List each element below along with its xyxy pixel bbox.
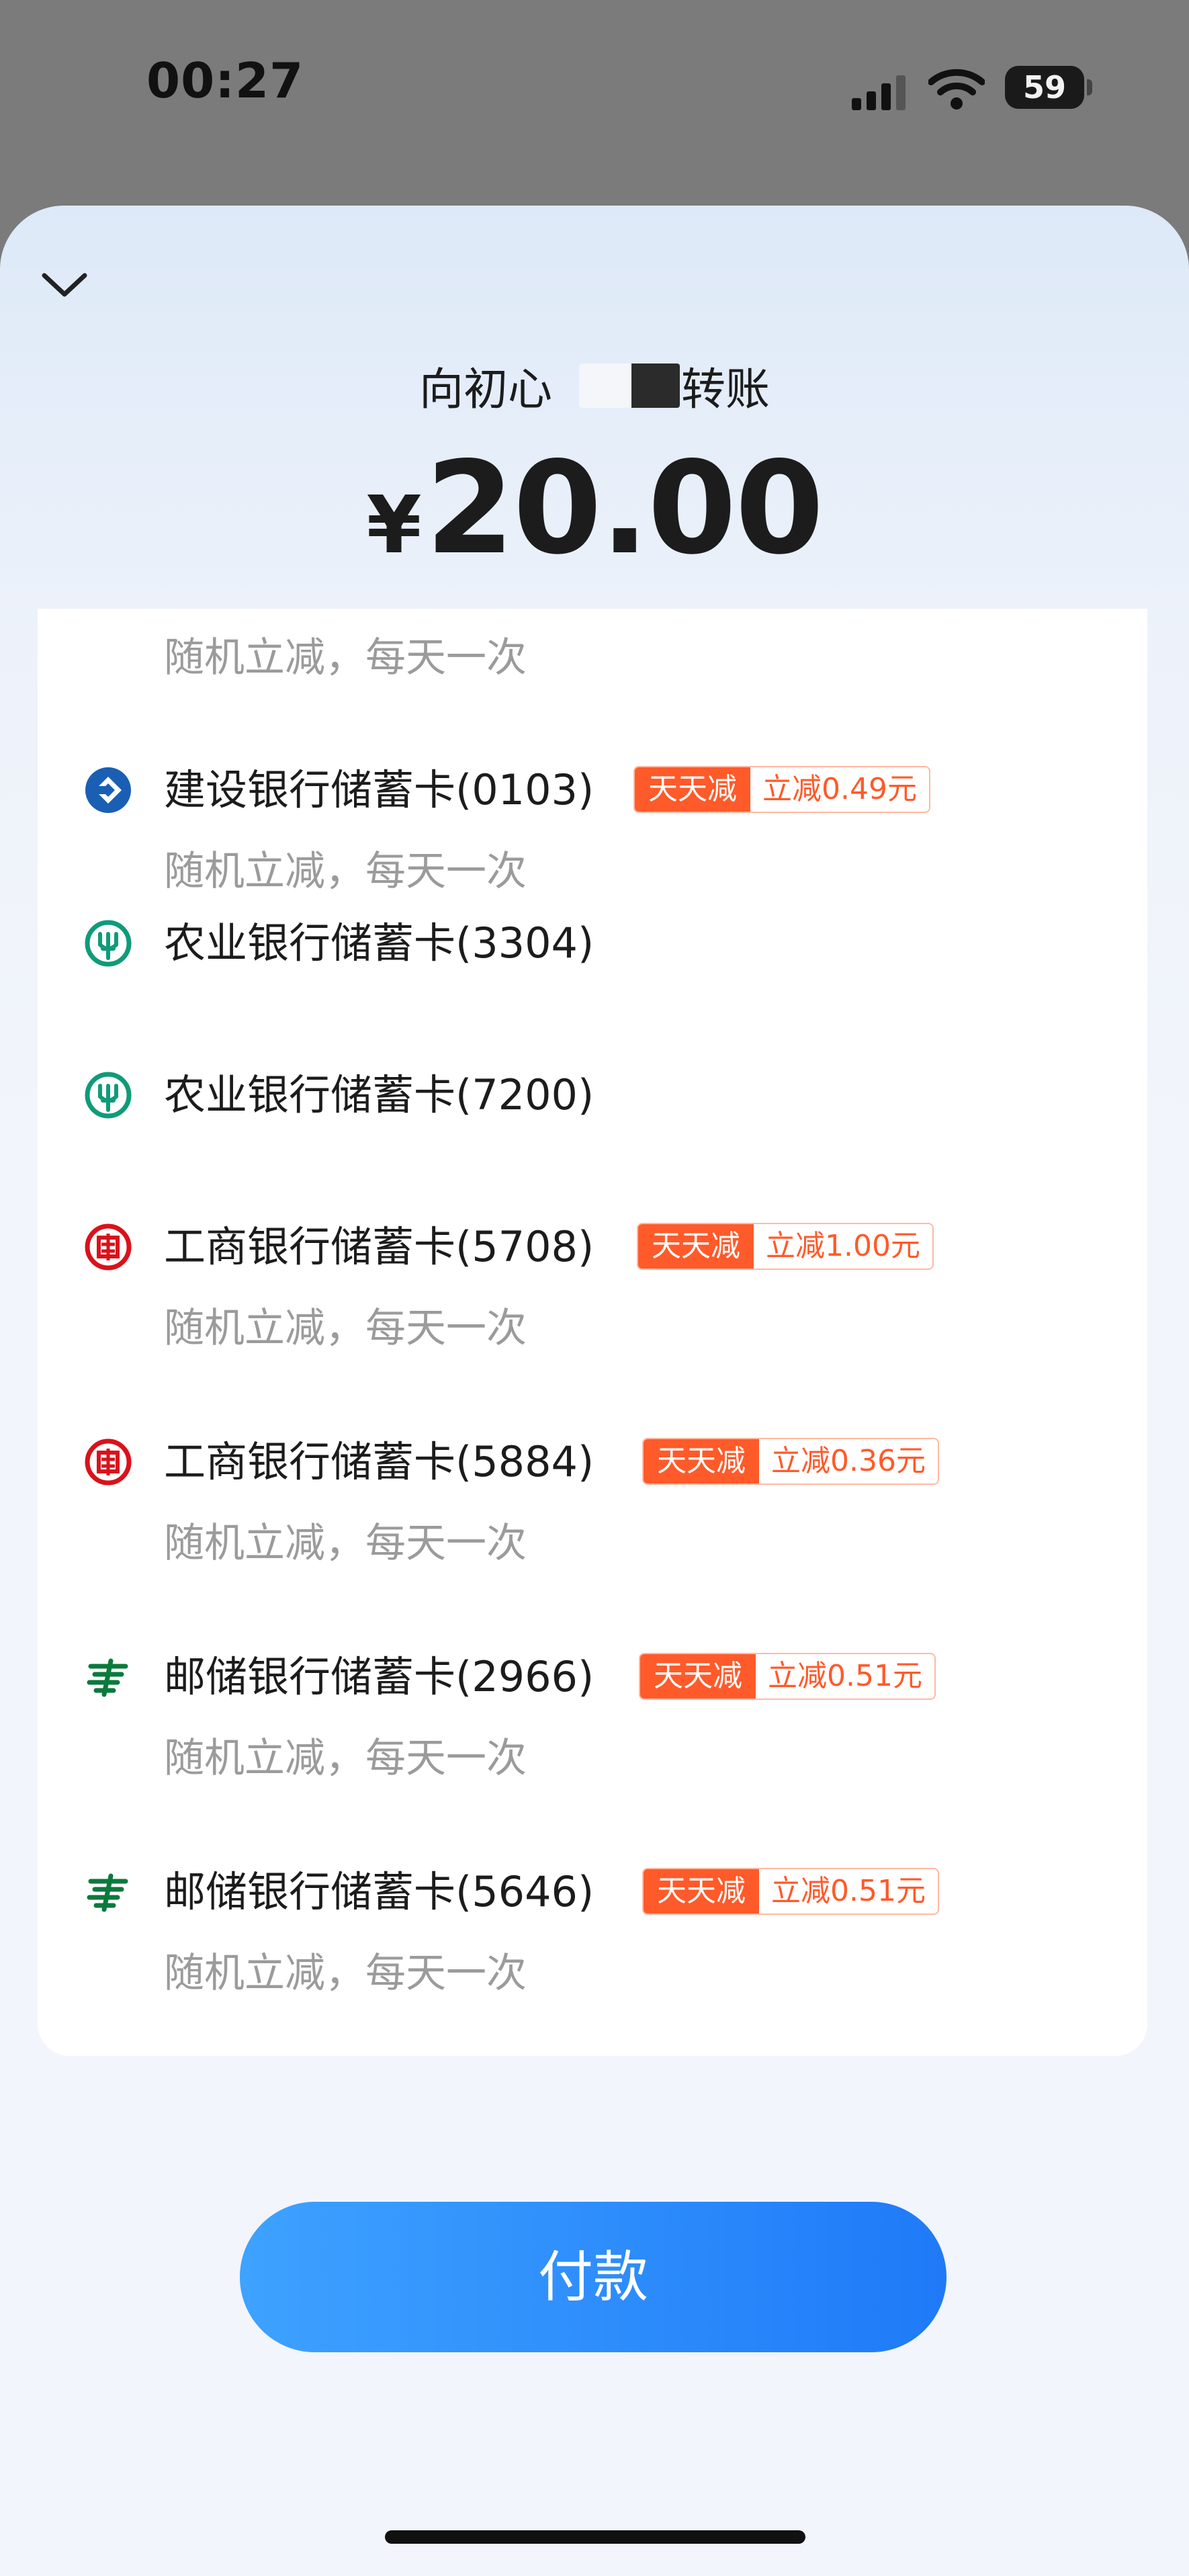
payee-name: 向初心 — [419, 363, 552, 415]
promo-tag: 天天减 — [635, 767, 750, 812]
card-name: 农业银行储蓄卡(7200) — [164, 1070, 594, 1119]
amount-display: ¥20.00 — [0, 434, 1189, 583]
promo-tag: 天天减 — [644, 1869, 759, 1914]
chevron-down-icon — [42, 273, 87, 297]
ccb-icon — [85, 767, 131, 813]
battery-level: 59 — [1022, 69, 1066, 105]
redaction-block — [579, 363, 680, 408]
promo-tag: 天天减 — [640, 1654, 756, 1699]
icbc-icon — [85, 1439, 132, 1486]
promo-tag: 天天减 — [644, 1439, 759, 1484]
home-indicator[interactable] — [385, 2530, 805, 2544]
promo-note: 随机立减，每天一次 — [164, 848, 527, 895]
card-name: 邮储银行储蓄卡(2966) — [164, 1652, 594, 1701]
promo-detail: 立减0.49元 — [762, 772, 917, 806]
payment-method-list: 随机立减，每天一次 建设银行储蓄卡(0103) 天天减 立减0.49元 随机立减… — [38, 609, 1147, 2056]
cellular-signal-icon — [852, 75, 906, 110]
status-bar: 00:27 59 — [0, 0, 1189, 175]
psbc-icon — [87, 1658, 128, 1697]
promo-note: 随机立减，每天一次 — [164, 1735, 527, 1782]
psbc-icon — [87, 1873, 128, 1912]
promo-detail: 立减0.51元 — [771, 1874, 926, 1908]
card-name: 农业银行储蓄卡(3304) — [164, 918, 594, 968]
promo-note: 随机立减，每天一次 — [164, 1520, 527, 1567]
promo-tag: 天天减 — [638, 1224, 754, 1269]
transfer-label: 转账 — [681, 363, 770, 415]
card-name: 建设银行储蓄卡(0103) — [164, 765, 594, 814]
promo-detail: 立减0.36元 — [771, 1444, 926, 1478]
abc-icon — [85, 1072, 132, 1119]
promo-badge: 天天减 立减0.49元 — [633, 766, 930, 813]
promo-badge: 天天减 立减0.51元 — [639, 1653, 936, 1700]
collapse-button[interactable] — [32, 253, 97, 317]
promo-note: 随机立减，每天一次 — [164, 1305, 527, 1352]
payment-sheet: 向初心 转账 ¥20.00 随机立减，每天一次 建设银行储蓄卡(0103) 天天减… — [0, 206, 1189, 2576]
abc-icon — [85, 920, 132, 967]
promo-detail: 立减1.00元 — [766, 1229, 920, 1263]
promo-badge: 天天减 立减0.51元 — [642, 1868, 939, 1915]
partial-promo-note: 随机立减，每天一次 — [164, 634, 527, 681]
card-name: 工商银行储蓄卡(5884) — [164, 1437, 594, 1486]
status-time: 00:27 — [146, 52, 304, 109]
wifi-icon — [928, 69, 985, 110]
payee-title: 向初心 转账 — [0, 353, 1189, 418]
battery-tip — [1087, 79, 1092, 95]
card-name: 邮储银行储蓄卡(5646) — [164, 1867, 594, 1916]
card-name: 工商银行储蓄卡(5708) — [164, 1222, 594, 1271]
promo-note: 随机立减，每天一次 — [164, 1950, 527, 1997]
amount-value: 20.00 — [425, 434, 824, 583]
battery-icon: 59 — [1005, 66, 1084, 109]
icbc-icon — [85, 1223, 132, 1271]
promo-detail: 立减0.51元 — [768, 1659, 922, 1693]
promo-badge: 天天减 立减0.36元 — [642, 1438, 939, 1485]
promo-badge: 天天减 立减1.00元 — [637, 1223, 934, 1270]
pay-button[interactable]: 付款 — [240, 2202, 946, 2352]
currency-symbol: ¥ — [366, 478, 422, 571]
